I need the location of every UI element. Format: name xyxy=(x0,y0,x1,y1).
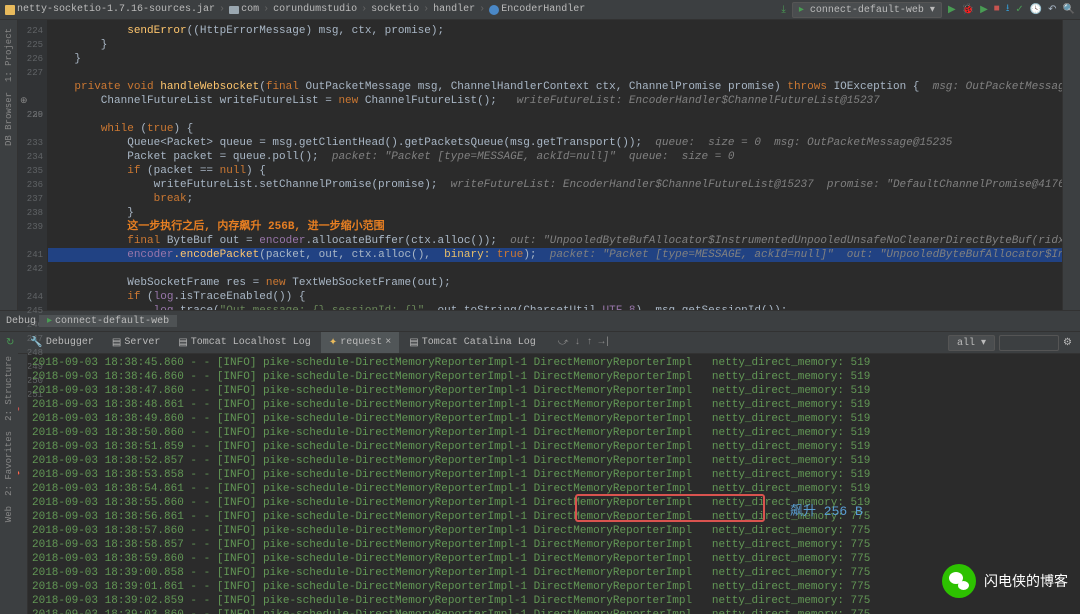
watermark-text: 闪电侠的博客 xyxy=(984,571,1068,591)
breadcrumb-bar: netty-socketio-1.7.16-sources.jar › com … xyxy=(0,0,1080,20)
debug-button[interactable]: 🐞 xyxy=(962,4,974,16)
log-line: 2018-09-03 18:38:47.860 - - [INFO] pike-… xyxy=(32,384,1076,398)
debug-step-controls: ⤻ ↓ ↑ →| xyxy=(558,337,611,349)
step-out-button[interactable]: ↑ xyxy=(586,337,592,349)
run-button[interactable]: ▶ xyxy=(948,4,956,16)
play-glyph-icon: ▸ xyxy=(47,315,52,327)
favorites-tool-tab[interactable]: 2: Favorites xyxy=(4,431,14,496)
log-line: 2018-09-03 18:38:46.860 - - [INFO] pike-… xyxy=(32,370,1076,384)
log-icon: ▤ xyxy=(178,337,187,349)
run-config-dropdown[interactable]: ▸ connect-default-web ▾ xyxy=(792,2,942,18)
highlight-box-log xyxy=(575,494,765,522)
breadcrumb-class: EncoderHandler xyxy=(489,4,585,15)
jar-icon xyxy=(5,5,15,15)
log-line: 2018-09-03 18:38:58.857 - - [INFO] pike-… xyxy=(32,538,1076,552)
compile-icon[interactable]: ⤓ xyxy=(781,4,785,16)
git-history-button[interactable]: 🕓 xyxy=(1030,4,1042,16)
stop-button[interactable]: ■ xyxy=(994,4,1000,15)
console-panel: ▶ ■ ●● ⊘ ⚙ 📌 — 2018-09-03 18:38:45.860 -… xyxy=(0,354,1080,614)
code-editor[interactable]: sendError((HttpErrorMessage) msg, ctx, p… xyxy=(48,20,1080,310)
line-number-gutter: 224225226227⊕229230233234235236237238239… xyxy=(18,20,48,310)
log-line: 2018-09-03 18:39:03.860 - - [INFO] pike-… xyxy=(32,608,1076,614)
breadcrumb[interactable]: netty-socketio-1.7.16-sources.jar › com … xyxy=(5,4,585,15)
log-line: 2018-09-03 18:38:45.860 - - [INFO] pike-… xyxy=(32,356,1076,370)
console-output[interactable]: 2018-09-03 18:38:45.860 - - [INFO] pike-… xyxy=(28,354,1080,614)
right-tool-tabs xyxy=(1062,20,1080,310)
log-line: 2018-09-03 18:38:57.860 - - [INFO] pike-… xyxy=(32,524,1076,538)
console-filter: all ▾ ⚙ xyxy=(948,335,1080,351)
folder-icon xyxy=(229,6,239,14)
git-commit-button[interactable]: ✓ xyxy=(1015,4,1023,16)
run-coverage-button[interactable]: ▶ xyxy=(980,4,988,16)
log-line: 2018-09-03 18:39:01.861 - - [INFO] pike-… xyxy=(32,580,1076,594)
log-line: 2018-09-03 18:38:59.860 - - [INFO] pike-… xyxy=(32,552,1076,566)
run-to-cursor-button[interactable]: →| xyxy=(598,337,610,349)
wechat-icon xyxy=(942,564,976,598)
debug-title-bar: Debug ▸ connect-default-web xyxy=(0,310,1080,332)
run-controls: ⤓ ▸ connect-default-web ▾ ▶ 🐞 ▶ ■ ⭳ ✓ 🕓 … xyxy=(781,1,1075,18)
search-button[interactable]: 🔍 xyxy=(1063,4,1075,16)
git-update-button[interactable]: ⭳ xyxy=(1006,1,1010,18)
watermark: 闪电侠的博客 xyxy=(942,564,1068,598)
left-tool-tabs-lower: 2: Structure 2: Favorites Web xyxy=(0,352,18,612)
log-line: 2018-09-03 18:38:48.861 - - [INFO] pike-… xyxy=(32,398,1076,412)
rerun-button[interactable]: ↻ xyxy=(0,337,20,349)
step-into-button[interactable]: ↓ xyxy=(574,337,580,349)
request-tab[interactable]: ✦ request × xyxy=(321,332,399,353)
log-line: 2018-09-03 18:38:50.860 - - [INFO] pike-… xyxy=(32,426,1076,440)
separator-icon: › xyxy=(219,4,225,15)
log-line: 2018-09-03 18:38:51.859 - - [INFO] pike-… xyxy=(32,440,1076,454)
left-tool-tabs: 1: Project DB Browser xyxy=(0,20,18,310)
breadcrumb-jar: netty-socketio-1.7.16-sources.jar xyxy=(5,4,215,15)
log-line: 2018-09-03 18:38:55.860 - - [INFO] pike-… xyxy=(32,496,1076,510)
tomcat-localhost-tab[interactable]: ▤ Tomcat Localhost Log xyxy=(170,332,318,353)
console-tab-bar: ↻ 🔧 Debugger ▤ Server ▤ Tomcat Localhost… xyxy=(0,332,1080,354)
log-line: 2018-09-03 18:38:56.861 - - [INFO] pike-… xyxy=(32,510,1076,524)
log-line: 2018-09-03 18:38:49.860 - - [INFO] pike-… xyxy=(32,412,1076,426)
project-tool-tab[interactable]: 1: Project xyxy=(4,28,14,82)
server-icon: ▤ xyxy=(112,337,121,349)
log-level-filter[interactable]: all ▾ xyxy=(948,335,995,351)
breadcrumb-pkg: com xyxy=(229,4,259,15)
class-icon xyxy=(489,5,499,15)
log-line: 2018-09-03 18:38:54.861 - - [INFO] pike-… xyxy=(32,482,1076,496)
log-line: 2018-09-03 18:38:52.857 - - [INFO] pike-… xyxy=(32,454,1076,468)
git-revert-button[interactable]: ↶ xyxy=(1048,4,1056,16)
debug-label: Debug ▸ connect-default-web xyxy=(0,315,183,327)
tomcat-catalina-tab[interactable]: ▤ Tomcat Catalina Log xyxy=(401,332,543,353)
filter-settings-icon[interactable]: ⚙ xyxy=(1063,337,1072,349)
log-line: 2018-09-03 18:38:53.858 - - [INFO] pike-… xyxy=(32,468,1076,482)
request-icon: ✦ xyxy=(329,337,337,349)
log-search-input[interactable] xyxy=(999,335,1059,351)
play-glyph-icon: ▸ xyxy=(799,5,804,16)
step-over-button[interactable]: ⤻ xyxy=(558,337,569,349)
editor-area: 1: Project DB Browser 224225226227⊕22923… xyxy=(0,20,1080,310)
web-tool-tab[interactable]: Web xyxy=(4,506,14,522)
debug-process-tab[interactable]: ▸ connect-default-web xyxy=(39,315,177,327)
server-tab[interactable]: ▤ Server xyxy=(104,332,168,353)
close-icon[interactable]: × xyxy=(385,337,391,348)
annotation-rise: 飙升 256 B xyxy=(790,500,863,519)
log-line: 2018-09-03 18:39:00.858 - - [INFO] pike-… xyxy=(32,566,1076,580)
log-icon: ▤ xyxy=(409,337,418,349)
structure-tool-tab[interactable]: 2: Structure xyxy=(4,356,14,421)
log-line: 2018-09-03 18:39:02.859 - - [INFO] pike-… xyxy=(32,594,1076,608)
db-browser-tab[interactable]: DB Browser xyxy=(4,92,14,146)
debugger-icon: 🔧 xyxy=(30,337,42,349)
debugger-tab[interactable]: 🔧 Debugger xyxy=(22,332,101,353)
